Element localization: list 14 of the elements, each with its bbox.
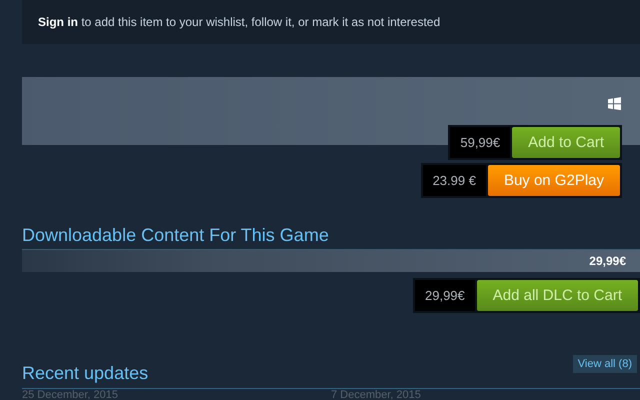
dlc-total: 29,99€ bbox=[589, 254, 626, 268]
view-all-button[interactable]: View all (8) bbox=[572, 355, 637, 373]
update-date: 25 December, 2015 bbox=[22, 389, 120, 400]
price: 29,99€ bbox=[415, 280, 475, 311]
sign-in-notice: Sign in to add this item to your wishlist, follow it, or mark it as not interested bbox=[38, 15, 440, 29]
section-title: Downloadable Content For This Game bbox=[22, 225, 330, 246]
windows-icon bbox=[607, 97, 622, 110]
price: 23.99 € bbox=[422, 165, 486, 196]
section-title: Recent updates bbox=[22, 363, 148, 384]
price: 59,99€ bbox=[450, 127, 510, 158]
update-date: 7 December, 2015 bbox=[331, 389, 422, 400]
add-to-cart-button[interactable]: Add to Cart bbox=[512, 127, 620, 158]
add-to-cart-button[interactable]: Add all DLC to Cart bbox=[476, 280, 638, 311]
buy-button[interactable]: Buy on G2Play bbox=[488, 165, 620, 196]
